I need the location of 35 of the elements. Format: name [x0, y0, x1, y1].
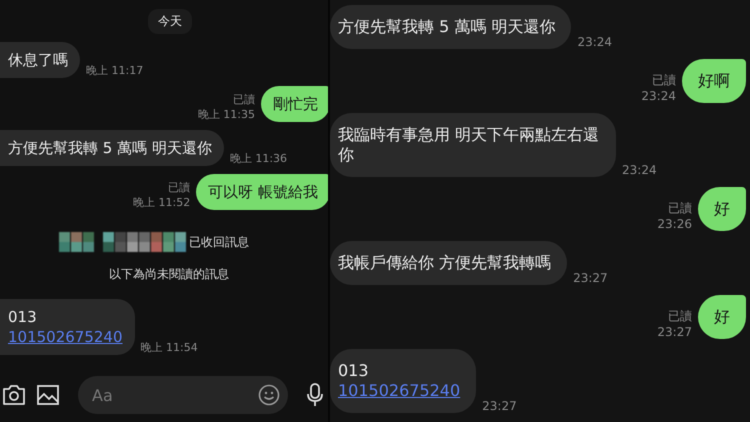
- message-text: 我臨時有事急用 明天下午兩點左右還你: [338, 125, 600, 164]
- message-text: 休息了嗎: [8, 51, 68, 69]
- message-text: 好: [714, 307, 730, 326]
- message-time: 23:27: [482, 399, 517, 413]
- message-time: 晚上 11:54: [140, 340, 198, 355]
- message-time: 23:24: [641, 89, 676, 103]
- message-time: 晚上 11:35: [198, 107, 255, 122]
- unread-divider-label: 以下為尚未閱讀的訊息: [109, 266, 229, 283]
- read-receipt: 已讀: [168, 180, 190, 195]
- message-text: 可以呀 帳號給我: [208, 183, 318, 201]
- message-text: 方便先幫我轉 5 萬嗎 明天還你: [338, 17, 556, 36]
- read-receipt: 已讀: [652, 72, 676, 89]
- message-text: 方便先幫我轉 5 萬嗎 明天還你: [8, 139, 212, 157]
- message-time: 23:24: [577, 35, 612, 49]
- recalled-message-notice: 已收回訊息: [189, 234, 249, 250]
- message-text: 好: [714, 199, 730, 218]
- account-number-link[interactable]: 101502675240: [8, 327, 123, 347]
- message-time: 23:26: [657, 217, 692, 231]
- read-receipt: 已讀: [668, 308, 692, 325]
- message-time: 晚上 11:52: [133, 195, 190, 210]
- message-time: 晚上 11:17: [86, 63, 144, 78]
- message-time: 23:24: [622, 163, 657, 177]
- message-text: 013: [8, 307, 38, 327]
- message-text: 013: [338, 361, 370, 381]
- message-text: 我帳戶傳給你 方便先幫我轉嗎: [338, 253, 552, 272]
- date-label: 今天: [148, 9, 192, 34]
- message-time: 23:27: [657, 325, 692, 339]
- message-time: 23:27: [573, 271, 608, 285]
- account-number-link[interactable]: 101502675240: [338, 381, 460, 401]
- read-receipt: 已讀: [668, 200, 692, 217]
- message-input-field[interactable]: Aa: [78, 376, 288, 414]
- message-text: 好啊: [698, 71, 730, 90]
- message-text: 剛忙完: [273, 95, 318, 113]
- read-receipt: 已讀: [233, 92, 255, 107]
- message-time: 晚上 11:36: [230, 151, 288, 166]
